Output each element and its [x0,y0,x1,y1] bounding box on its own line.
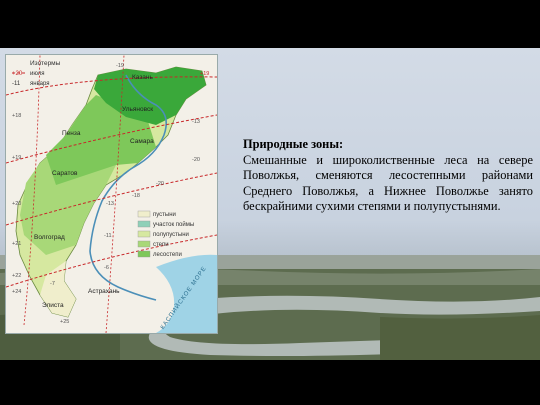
isotherms-title: Изотермы [30,60,61,67]
city-label: Пенза [62,130,81,137]
city-label: Казань [132,74,154,81]
city-label: Волгоград [34,234,65,241]
temperature-label: +19 [12,155,21,161]
temperature-label: +24 [12,289,21,295]
legend-swatch [137,230,151,238]
legend-label: участок поймы [153,221,194,228]
body-text: Смешанные и широколиственные леса на сев… [243,152,533,214]
temperature-label: -18 [132,193,140,199]
volga-region-map: Изотермы июля -11 января +20 Казань Улья… [5,54,218,334]
legend-swatch [137,250,151,258]
temperature-label: +20 [12,201,21,207]
isotherm-july-value: +20 [12,71,23,77]
temperature-label: -19 [116,63,124,69]
temperature-label: -13 [106,201,114,207]
temperature-label: -11 [104,233,112,239]
legend-label: лесостепи [153,252,182,258]
city-label: Самара [130,138,154,145]
legend-label: полупустыни [153,232,189,238]
temperature-label: +19 [200,71,209,77]
city-label: Саратов [52,170,78,177]
legend-swatch [137,220,151,228]
legend-label: пустыни [153,212,176,218]
slide: Изотермы июля -11 января +20 Казань Улья… [0,0,540,405]
city-label: Элиста [42,302,64,309]
temperature-label: +22 [12,273,21,279]
legend-swatch [137,210,151,218]
isotherm-january-value: -11 [12,81,21,87]
temperature-label: -7 [50,281,55,287]
isotherm-january-label: января [30,81,50,87]
slide-text: Природные зоны: Смешанные и широколистве… [243,137,533,215]
city-label: Астрахань [88,288,120,295]
city-label: Ульяновск [122,106,153,113]
legend-label: степи [153,242,169,248]
temperature-label: -20 [192,157,200,163]
legend-swatch [137,240,151,248]
temperature-label: -20 [156,181,164,187]
temperature-label: +25 [60,319,69,325]
heading: Природные зоны: [243,137,344,151]
temperature-label: -13 [192,119,200,125]
temperature-label: -6 [104,265,109,271]
temperature-label: +21 [12,241,21,247]
temperature-label: +18 [12,113,21,119]
isotherm-july-label: июля [30,71,44,77]
map-drawing: Изотермы июля -11 января +20 Казань Улья… [6,55,217,333]
